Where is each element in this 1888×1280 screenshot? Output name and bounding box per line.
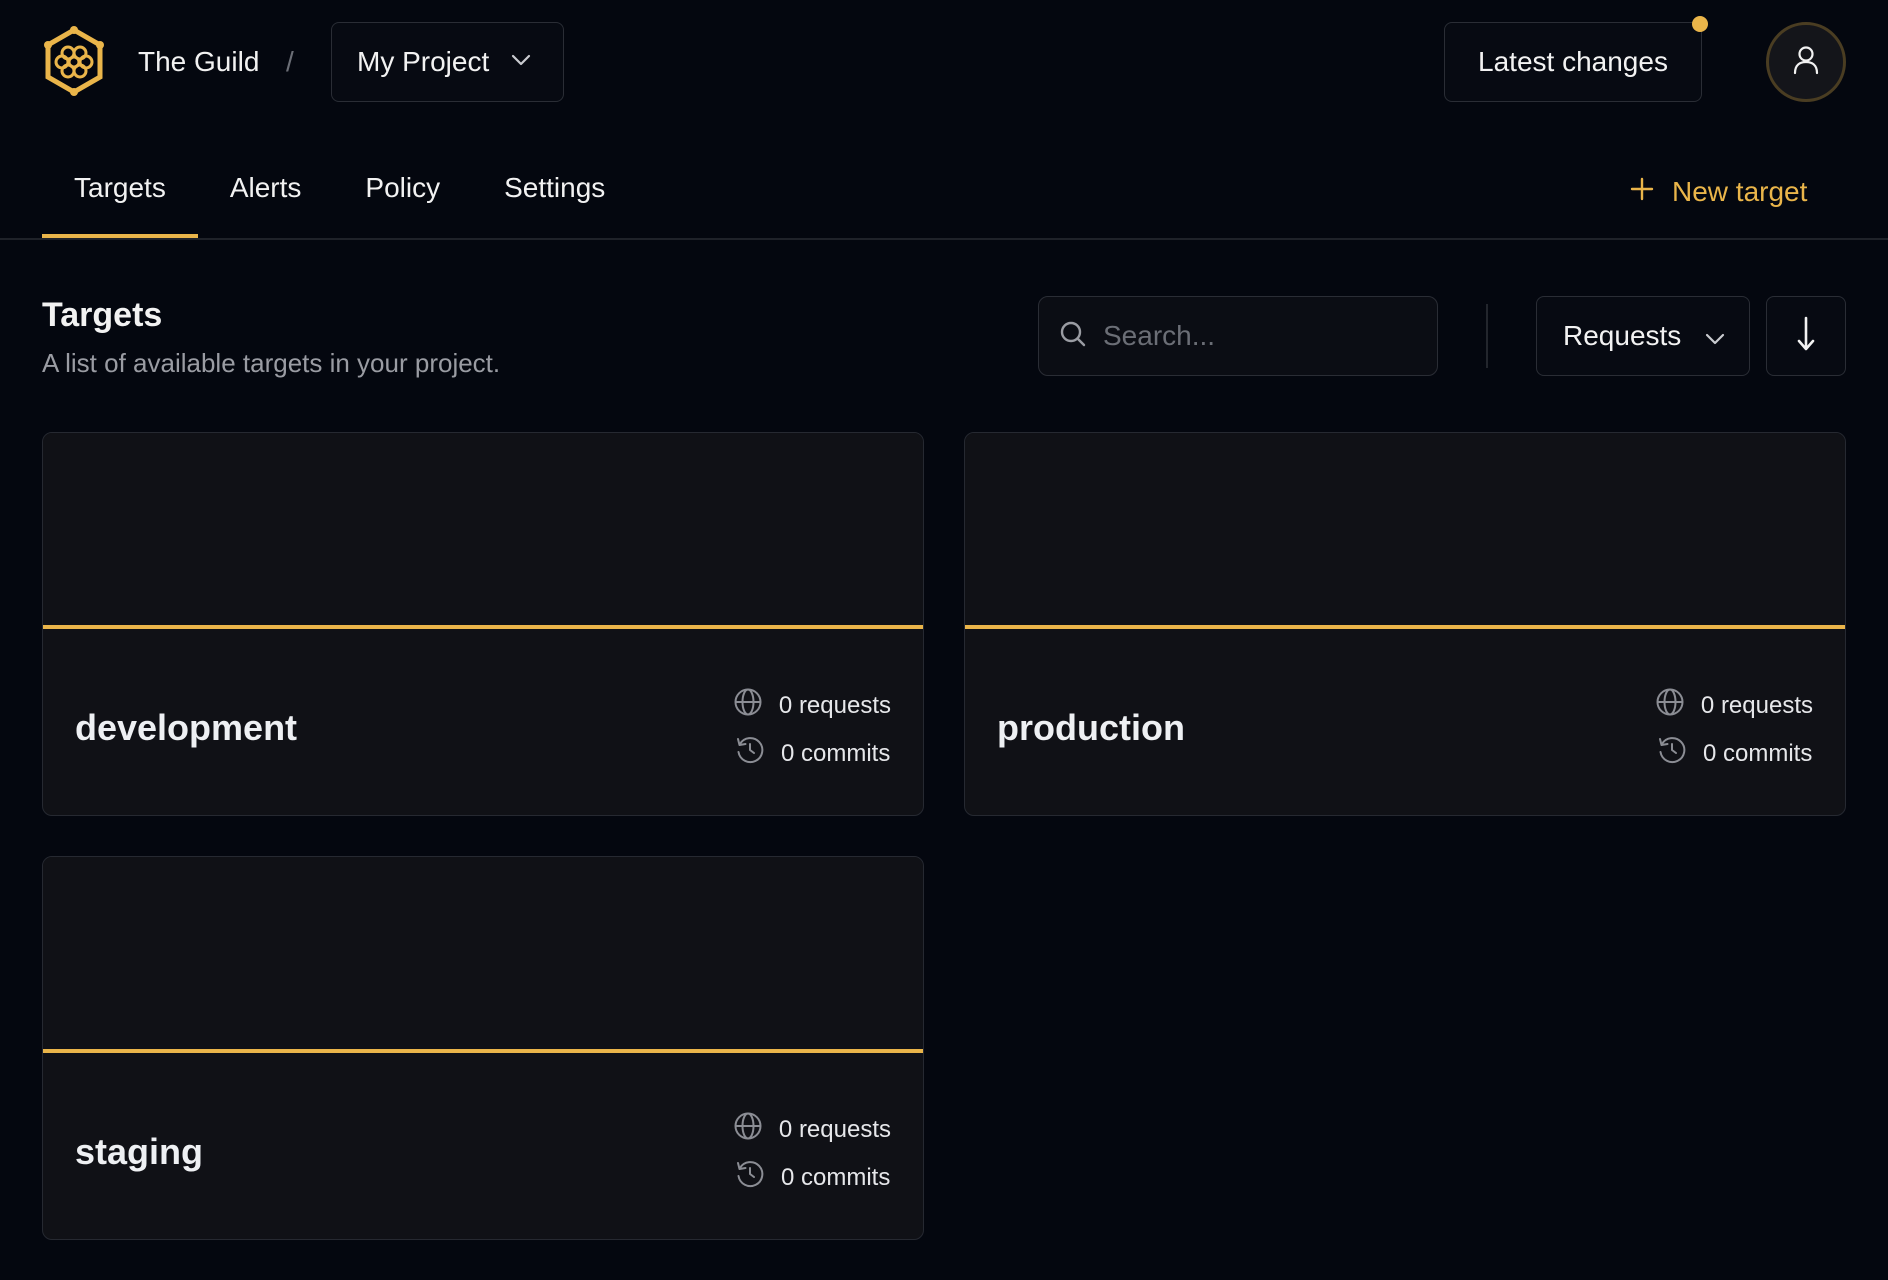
history-icon xyxy=(735,735,765,772)
commits-count: 0 commits xyxy=(781,739,891,767)
project-selector[interactable]: My Project xyxy=(331,22,564,102)
globe-icon xyxy=(733,1111,763,1148)
page-description: A list of available targets in your proj… xyxy=(42,348,501,378)
globe-icon xyxy=(733,687,763,724)
sort-by-select[interactable]: Requests xyxy=(1536,296,1750,376)
arrow-down-icon xyxy=(1796,316,1816,357)
toolbar-divider xyxy=(1486,304,1488,368)
requests-count: 0 requests xyxy=(778,691,891,719)
org-name-link[interactable]: The Guild xyxy=(138,42,259,82)
plus-icon xyxy=(1630,176,1654,208)
target-name: development xyxy=(75,707,298,748)
breadcrumb-separator: / xyxy=(286,46,294,77)
requests-chart xyxy=(965,433,1845,625)
sort-by-label: Requests xyxy=(1563,320,1682,351)
commits-count: 0 commits xyxy=(1703,739,1813,767)
target-name: production xyxy=(997,707,1185,748)
guild-logo-icon[interactable] xyxy=(42,26,106,98)
commits-stat: 0 commits xyxy=(735,1159,891,1196)
requests-stat: 0 requests xyxy=(733,1111,891,1148)
tab-settings[interactable]: Settings xyxy=(472,160,637,240)
new-target-button[interactable]: New target xyxy=(1630,172,1807,212)
tab-alerts[interactable]: Alerts xyxy=(198,160,334,240)
chevron-down-icon xyxy=(511,53,531,71)
target-card-production[interactable]: production 0 requests 0 commits xyxy=(964,432,1846,816)
tab-targets[interactable]: Targets xyxy=(42,160,198,240)
requests-count: 0 requests xyxy=(1700,691,1813,719)
requests-count: 0 requests xyxy=(778,1115,891,1143)
commits-stat: 0 commits xyxy=(1657,735,1813,772)
search-icon xyxy=(1059,320,1087,353)
requests-chart xyxy=(43,433,923,625)
project-selector-label: My Project xyxy=(357,46,490,77)
requests-stat: 0 requests xyxy=(1655,687,1813,724)
project-tabs: Targets Alerts Policy Settings xyxy=(42,160,637,240)
target-card-development[interactable]: development 0 requests 0 commits xyxy=(42,432,924,816)
globe-icon xyxy=(1655,687,1685,724)
history-icon xyxy=(735,1159,765,1196)
requests-stat: 0 requests xyxy=(733,687,891,724)
target-card-staging[interactable]: staging 0 requests 0 commits xyxy=(42,856,924,1240)
user-avatar-button[interactable] xyxy=(1766,22,1846,102)
new-target-label: New target xyxy=(1672,176,1808,207)
chevron-down-icon xyxy=(1705,320,1725,352)
chart-baseline xyxy=(965,625,1845,629)
commits-count: 0 commits xyxy=(781,1163,891,1191)
page-title: Targets xyxy=(42,296,163,334)
history-icon xyxy=(1657,735,1687,772)
chart-baseline xyxy=(43,1049,923,1053)
requests-chart xyxy=(43,857,923,1049)
chart-baseline xyxy=(43,625,923,629)
search-box[interactable] xyxy=(1038,296,1438,376)
tab-policy[interactable]: Policy xyxy=(333,160,472,240)
sort-direction-button[interactable] xyxy=(1766,296,1846,376)
notification-dot xyxy=(1692,16,1708,32)
tabs-divider xyxy=(0,238,1888,240)
top-bar: The Guild / My Project Latest changes xyxy=(0,0,1888,124)
commits-stat: 0 commits xyxy=(735,735,891,772)
latest-changes-button[interactable]: Latest changes xyxy=(1444,22,1702,102)
target-name: staging xyxy=(75,1131,204,1172)
user-icon xyxy=(1793,45,1819,80)
search-input[interactable] xyxy=(1103,320,1403,352)
